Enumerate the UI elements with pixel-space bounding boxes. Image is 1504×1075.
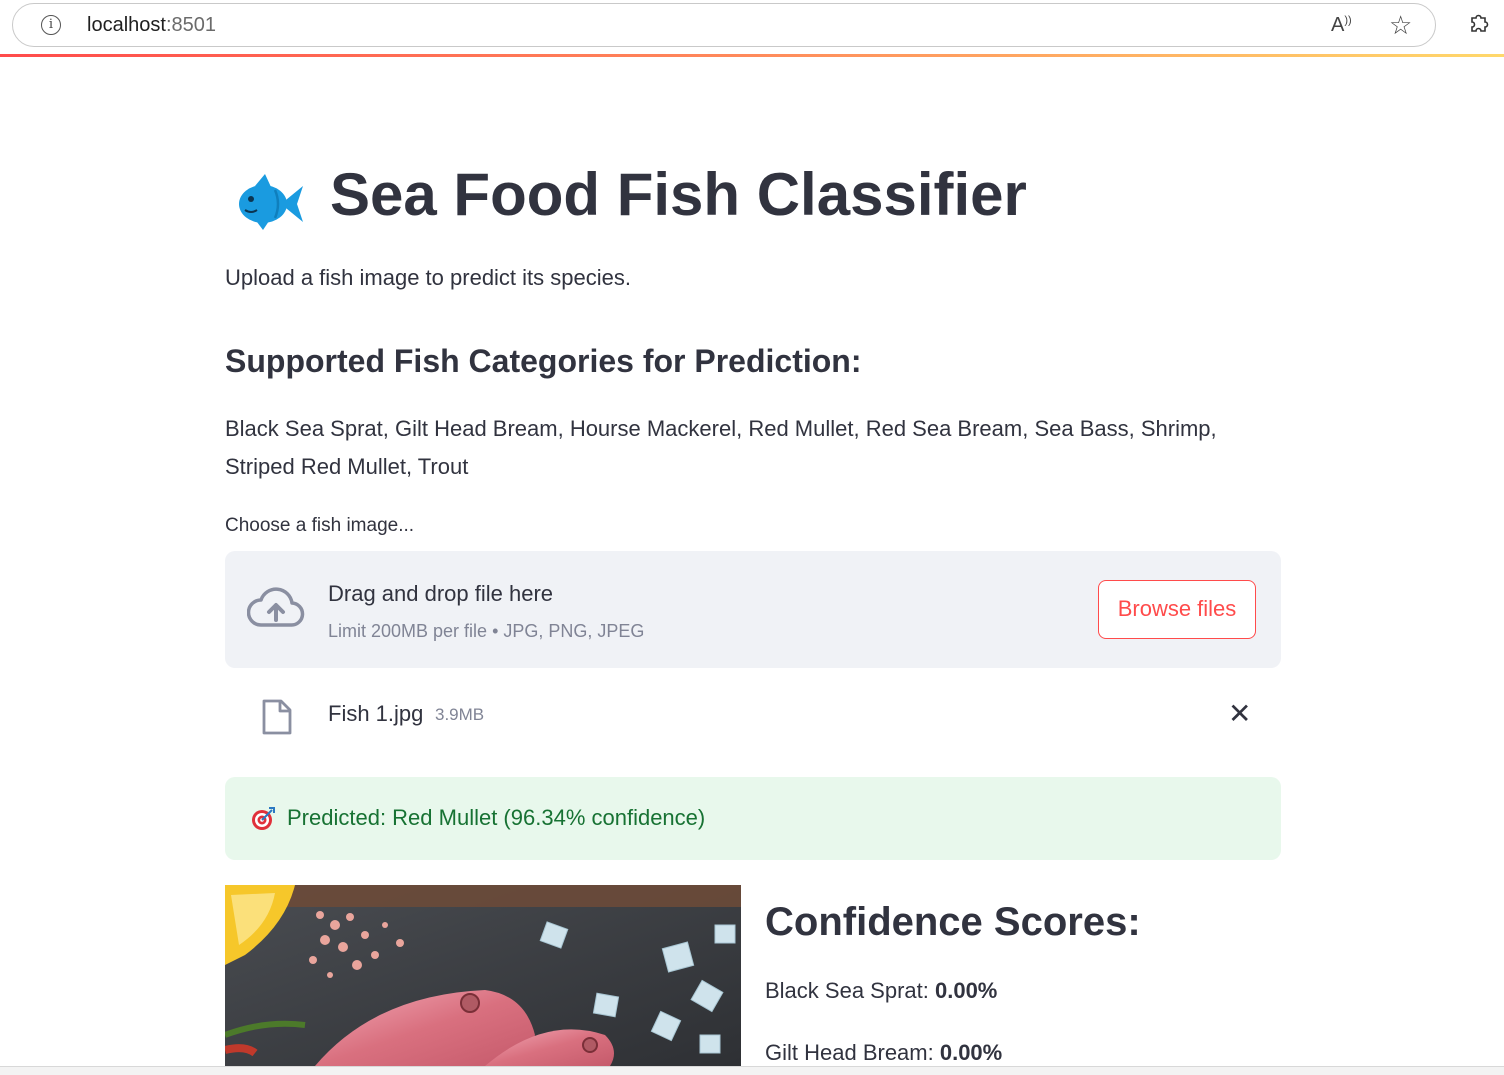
star-icon[interactable]: ☆ (1389, 10, 1412, 41)
browser-toolbar: i localhost:8501 A)) ☆ (0, 0, 1504, 56)
puzzle-icon[interactable] (1468, 10, 1492, 40)
drag-drop-text: Drag and drop file here (328, 581, 554, 606)
score-gilt-head-bream: Gilt Head Bream: 0.00% (765, 1040, 1002, 1066)
uploaded-file-size: 3.9MB (435, 705, 485, 724)
page-top-decoration (0, 54, 1504, 57)
uploaded-file-name: Fish 1.jpg (328, 701, 424, 726)
cloud-upload-icon (247, 587, 305, 627)
uploader-label: Choose a fish image... (225, 515, 415, 536)
remove-file-icon[interactable]: ✕ (1228, 700, 1251, 728)
file-dropzone[interactable]: Drag and drop file here Limit 200MB per … (225, 551, 1281, 668)
categories-heading: Supported Fish Categories for Prediction… (225, 343, 862, 379)
score-value: 0.00% (939, 1040, 1003, 1065)
score-label: Black Sea Sprat: (765, 978, 935, 1003)
prediction-text: Predicted: Red Mullet (96.34% confidence… (287, 805, 706, 830)
url-port: :8501 (165, 14, 216, 36)
uploaded-file-row: Fish 1.jpg 3.9MB ✕ (225, 690, 1281, 742)
score-value: 0.00% (934, 978, 998, 1003)
address-bar[interactable]: i localhost:8501 A)) ☆ (12, 3, 1436, 47)
browse-files-button[interactable]: Browse files (1098, 580, 1256, 639)
url-host: localhost (87, 14, 166, 36)
url-text[interactable]: localhost:8501 (87, 14, 216, 37)
page-subtitle: Upload a fish image to predict its speci… (225, 265, 631, 290)
categories-list: Black Sea Sprat, Gilt Head Bream, Hourse… (225, 416, 1217, 479)
upload-limit-text: Limit 200MB per file • JPG, PNG, JPEG (328, 621, 645, 641)
score-black-sea-sprat: Black Sea Sprat: 0.00% (765, 978, 997, 1004)
info-icon[interactable]: i (41, 15, 61, 35)
fish-icon (239, 174, 303, 230)
confidence-heading: Confidence Scores: (765, 900, 1141, 944)
score-label: Gilt Head Bream: (765, 1040, 940, 1065)
read-aloud-icon[interactable]: A)) (1331, 14, 1352, 37)
target-icon (252, 807, 275, 830)
file-icon (262, 699, 292, 735)
page-title: Sea Food Fish Classifier (330, 161, 1027, 228)
uploaded-fish-image (225, 885, 741, 1066)
prediction-alert: Predicted: Red Mullet (96.34% confidence… (225, 777, 1281, 860)
